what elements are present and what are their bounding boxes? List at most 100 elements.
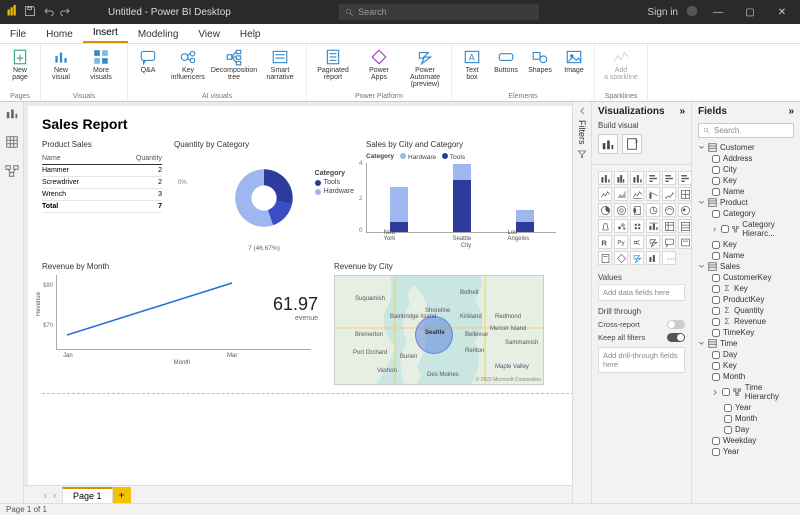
- add-page-button[interactable]: +: [113, 487, 131, 503]
- tab-home[interactable]: Home: [36, 26, 83, 43]
- viz-type-30[interactable]: [598, 251, 612, 265]
- collapse-icon[interactable]: »: [788, 106, 794, 117]
- ribbon-shapes[interactable]: Shapes: [524, 46, 556, 81]
- cross-report-toggle[interactable]: [667, 320, 685, 329]
- window-maximize[interactable]: ▢: [738, 7, 762, 18]
- visual-revenue-by-month[interactable]: Revenue by Month Revenue $80 $70 Jan Mar…: [42, 262, 322, 385]
- global-search[interactable]: Search: [339, 4, 539, 20]
- ribbon-new-page[interactable]: Newpage: [4, 46, 36, 81]
- table-customer[interactable]: Customer: [698, 142, 798, 153]
- ribbon-power-apps[interactable]: PowerApps: [357, 46, 401, 88]
- field-weekday[interactable]: Weekday: [698, 435, 798, 446]
- field-productkey[interactable]: ProductKey: [698, 294, 798, 305]
- viz-type-26[interactable]: [630, 235, 644, 249]
- ribbon-decomposition-tree[interactable]: Decompositiontree: [212, 46, 256, 81]
- viz-type-9[interactable]: [646, 187, 660, 201]
- field-category[interactable]: Category: [698, 208, 798, 219]
- ribbon-power-automate-preview-[interactable]: PowerAutomate (preview): [403, 46, 447, 88]
- field-month[interactable]: Month: [698, 413, 798, 424]
- viz-type-20[interactable]: [630, 219, 644, 233]
- ribbon-paginated-report[interactable]: Paginatedreport: [311, 46, 355, 88]
- field-quantity[interactable]: ΣQuantity: [698, 305, 798, 316]
- field-year[interactable]: Year: [698, 402, 798, 413]
- sign-in-link[interactable]: Sign in: [647, 7, 678, 18]
- ribbon-new-visual[interactable]: Newvisual: [45, 46, 77, 81]
- viz-type-22[interactable]: [662, 219, 676, 233]
- visual-sales-city-category[interactable]: Sales by City and Category Category Hard…: [366, 140, 566, 252]
- report-view-icon[interactable]: [5, 106, 19, 125]
- filters-pane-collapsed[interactable]: Filters: [572, 102, 592, 503]
- viz-type-11[interactable]: [678, 187, 692, 201]
- viz-type-23[interactable]: [678, 219, 692, 233]
- viz-type-33[interactable]: [646, 251, 660, 265]
- keep-filters-toggle[interactable]: [667, 333, 685, 342]
- visual-product-sales[interactable]: Product Sales NameQuantity Hammer2Screwd…: [42, 140, 162, 252]
- page-tab[interactable]: Page 1: [62, 487, 113, 503]
- field-name[interactable]: Name: [698, 186, 798, 197]
- tab-insert[interactable]: Insert: [83, 24, 128, 43]
- viz-type-5[interactable]: [678, 171, 692, 185]
- viz-type-13[interactable]: [614, 203, 628, 217]
- viz-type-14[interactable]: [630, 203, 644, 217]
- field-day[interactable]: Day: [698, 349, 798, 360]
- window-minimize[interactable]: —: [706, 7, 730, 18]
- ribbon-more-visuals[interactable]: Morevisuals: [79, 46, 123, 81]
- field-category-hierarc-[interactable]: Category Hierarc...: [698, 219, 798, 239]
- viz-type-27[interactable]: [646, 235, 660, 249]
- field-key[interactable]: Key: [698, 360, 798, 371]
- field-key[interactable]: ΣKey: [698, 283, 798, 294]
- field-city[interactable]: City: [698, 164, 798, 175]
- viz-type-6[interactable]: [598, 187, 612, 201]
- save-icon[interactable]: [24, 5, 36, 20]
- viz-type-25[interactable]: Py: [614, 235, 628, 249]
- viz-type-28[interactable]: [662, 235, 676, 249]
- viz-type-2[interactable]: [630, 171, 644, 185]
- drill-field-well[interactable]: Add drill-through fields here: [598, 347, 685, 373]
- viz-type-18[interactable]: [598, 219, 612, 233]
- tab-modeling[interactable]: Modeling: [128, 26, 189, 43]
- viz-type-7[interactable]: [614, 187, 628, 201]
- redo-icon[interactable]: [60, 5, 72, 20]
- field-month[interactable]: Month: [698, 371, 798, 382]
- viz-type-0[interactable]: [598, 171, 612, 185]
- field-year[interactable]: Year: [698, 446, 798, 457]
- pages-chevron-left-icon[interactable]: ‹: [44, 490, 47, 500]
- format-visual-tab[interactable]: [622, 134, 642, 154]
- ribbon-key-influencers[interactable]: Keyinfluencers: [166, 46, 210, 81]
- build-visual-tab[interactable]: [598, 134, 618, 154]
- tab-file[interactable]: File: [0, 26, 36, 43]
- viz-type-21[interactable]: [646, 219, 660, 233]
- viz-type-29[interactable]: [678, 235, 692, 249]
- ribbon-text-box[interactable]: ATextbox: [456, 46, 488, 81]
- viz-type-1[interactable]: [614, 171, 628, 185]
- field-revenue[interactable]: ΣRevenue: [698, 316, 798, 327]
- table-time[interactable]: Time: [698, 338, 798, 349]
- field-time-hierarchy[interactable]: Time Hierarchy: [698, 382, 798, 402]
- visual-revenue-by-city[interactable]: Revenue by City: [334, 262, 544, 385]
- viz-type-3[interactable]: [646, 171, 660, 185]
- table-sales[interactable]: Sales: [698, 261, 798, 272]
- table-product[interactable]: Product: [698, 197, 798, 208]
- ribbon-image[interactable]: Image: [558, 46, 590, 81]
- viz-type-12[interactable]: [598, 203, 612, 217]
- field-customerkey[interactable]: CustomerKey: [698, 272, 798, 283]
- data-view-icon[interactable]: [5, 135, 19, 154]
- viz-type-32[interactable]: [630, 251, 644, 265]
- fields-search[interactable]: Search: [698, 123, 794, 138]
- field-address[interactable]: Address: [698, 153, 798, 164]
- undo-icon[interactable]: [42, 5, 54, 20]
- viz-type-19[interactable]: [614, 219, 628, 233]
- viz-type-16[interactable]: [662, 203, 676, 217]
- model-view-icon[interactable]: [5, 164, 19, 183]
- viz-type-17[interactable]: [678, 203, 692, 217]
- field-name[interactable]: Name: [698, 250, 798, 261]
- values-field-well[interactable]: Add data fields here: [598, 284, 685, 301]
- field-timekey[interactable]: TimeKey: [698, 327, 798, 338]
- tab-help[interactable]: Help: [230, 26, 271, 43]
- visual-quantity-by-category[interactable]: Quantity by Category 0% 7 (46.67%) Categ…: [174, 140, 354, 252]
- report-canvas[interactable]: Sales Report Product Sales NameQuantity …: [28, 106, 572, 485]
- pages-chevron-right-icon[interactable]: ›: [53, 490, 56, 500]
- field-day[interactable]: Day: [698, 424, 798, 435]
- avatar[interactable]: [686, 5, 698, 20]
- field-key[interactable]: Key: [698, 239, 798, 250]
